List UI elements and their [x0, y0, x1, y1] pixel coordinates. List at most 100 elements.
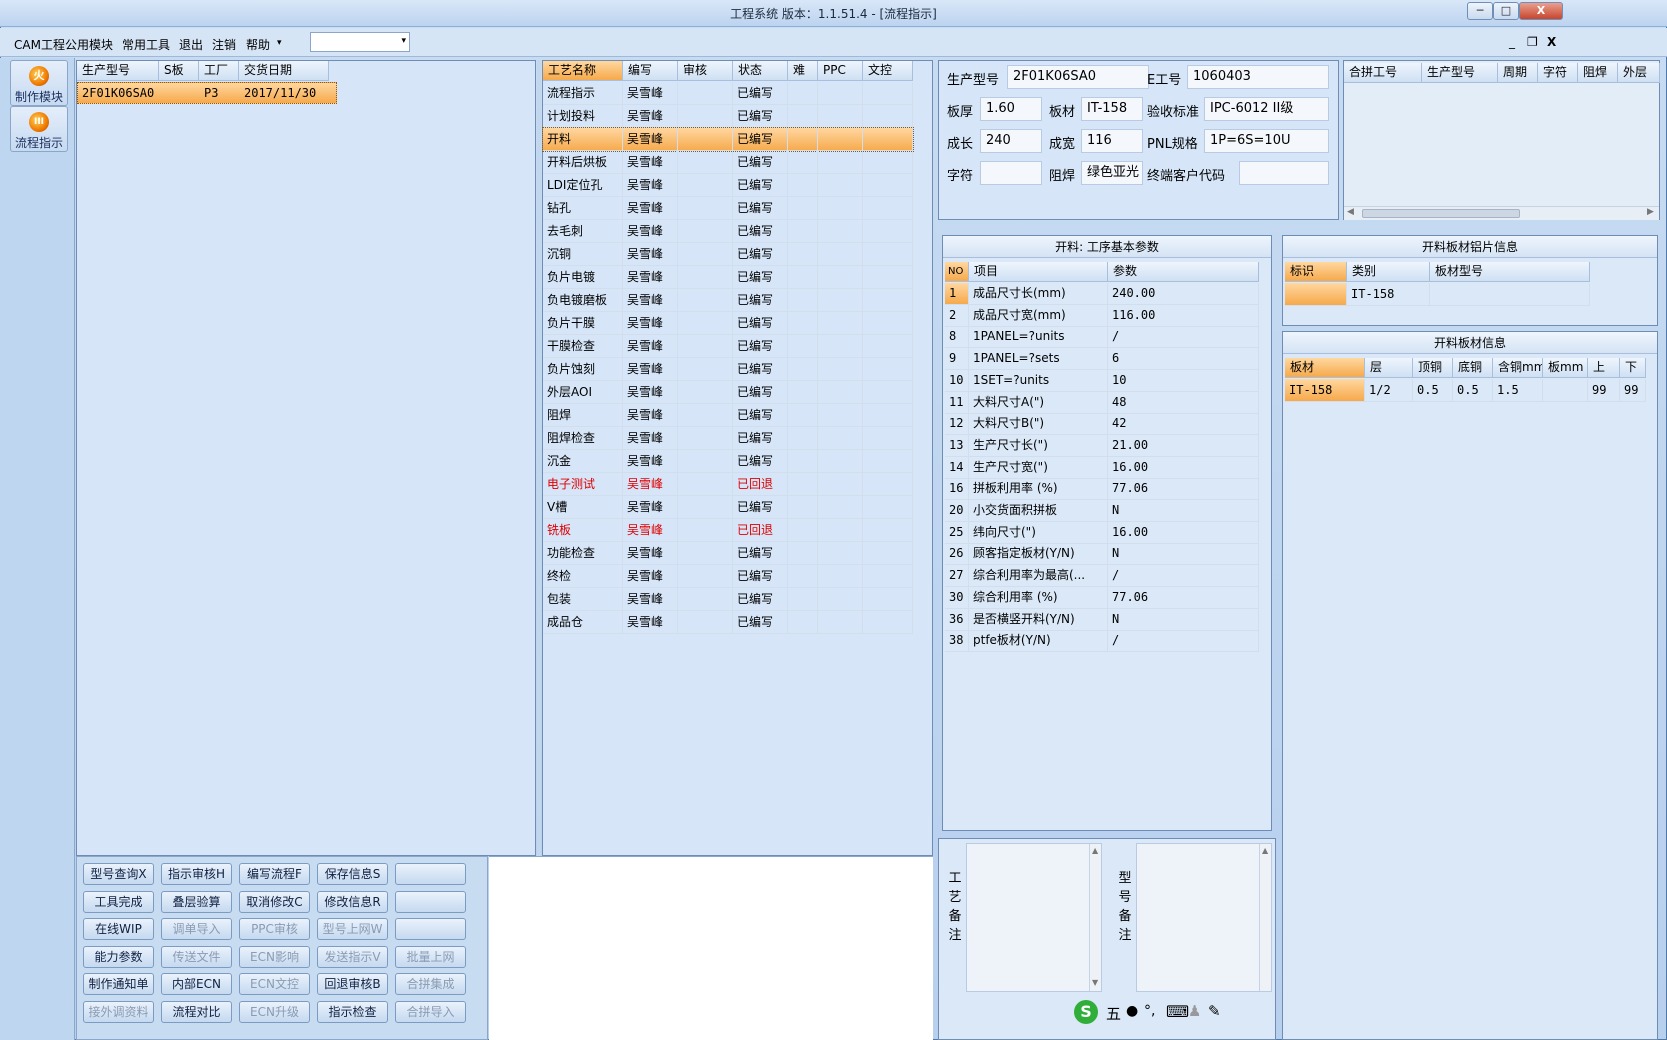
menu-common-modules[interactable]: 公用模块 [65, 36, 113, 53]
scroll-right-icon[interactable]: ▶ [1647, 207, 1654, 217]
process-row[interactable]: 阻焊 吴雪峰 已编写 [543, 404, 913, 427]
merge-col-period[interactable]: 周期 [1498, 63, 1538, 83]
process-row[interactable]: V槽 吴雪峰 已编写 [543, 496, 913, 519]
action-button[interactable]: 型号查询X [83, 863, 154, 885]
board-cell-material[interactable]: IT-158 [1285, 379, 1365, 402]
param-value[interactable]: 6 [1108, 348, 1259, 371]
board-cell-lower[interactable]: 99 [1620, 379, 1646, 402]
action-button[interactable]: 内部ECN [161, 973, 232, 995]
pnl-field[interactable]: 1P=6S=10U [1204, 129, 1329, 153]
standard-field[interactable]: IPC-6012 II级 [1204, 97, 1329, 121]
action-button[interactable]: 制作通知单 [83, 973, 154, 995]
menu-logout[interactable]: 注销 [212, 36, 236, 53]
menu-combo-box[interactable]: ▾ [310, 32, 410, 52]
model-remark-textarea[interactable]: ▲ [1136, 843, 1272, 992]
merge-hscrollbar[interactable]: ◀ ▶ [1344, 206, 1659, 220]
action-button[interactable]: 取消修改C [239, 890, 310, 913]
keyboard-icon[interactable]: ⌨ [1166, 1002, 1189, 1021]
merge-col-job[interactable]: 合拼工号 [1344, 63, 1422, 83]
action-button[interactable]: ECN影响 [239, 945, 310, 968]
process-row[interactable]: 负电镀磨板 吴雪峰 已编写 [543, 289, 913, 312]
process-remark-textarea[interactable]: ▲ ▼ [966, 843, 1102, 992]
params-col-no[interactable]: NO [945, 262, 969, 282]
process-row[interactable]: 干膜检查 吴雪峰 已编写 [543, 335, 913, 358]
board-col-top-copper[interactable]: 顶铜 [1413, 358, 1453, 378]
param-value[interactable]: N [1108, 543, 1259, 566]
param-value[interactable]: 10 [1108, 369, 1259, 392]
user-icon[interactable]: ♟ [1188, 1002, 1201, 1020]
process-row[interactable]: LDI定位孔 吴雪峰 已编写 [543, 174, 913, 197]
process-row[interactable]: 开料 吴雪峰 已编写 [542, 127, 914, 152]
action-button[interactable]: 能力参数 [83, 945, 154, 968]
scroll-up-icon[interactable]: ▲ [1262, 846, 1268, 855]
action-button[interactable]: 流程对比 [161, 1000, 232, 1023]
action-button[interactable]: 调单导入 [161, 918, 232, 940]
ime-punctuation-icon[interactable]: °, [1144, 1003, 1155, 1019]
param-value[interactable]: / [1108, 565, 1259, 588]
action-button[interactable]: 工具完成 [83, 890, 154, 913]
action-button[interactable]: PPC审核 [239, 918, 310, 940]
menu-common-tools[interactable]: 常用工具 [122, 36, 170, 53]
action-button[interactable]: 接外调资料 [83, 1000, 154, 1023]
merge-col-soldermask[interactable]: 阻焊 [1578, 63, 1618, 83]
mdi-close-button[interactable]: X [1547, 35, 1556, 49]
process-col-status[interactable]: 状态 [733, 61, 788, 81]
process-row[interactable]: 终检 吴雪峰 已编写 [543, 565, 913, 588]
action-button[interactable]: 保存信息S [317, 863, 388, 885]
process-row[interactable]: 流程指示 吴雪峰 已编写 [543, 82, 913, 105]
params-col-value[interactable]: 参数 [1108, 262, 1259, 282]
minimize-button[interactable]: ─ [1467, 2, 1493, 20]
board-col-lower[interactable]: 下 [1620, 358, 1646, 378]
model-remark-scrollbar[interactable]: ▲ [1259, 844, 1271, 991]
param-value[interactable]: 16.00 [1108, 456, 1259, 479]
action-button[interactable]: 批量上网 [395, 945, 466, 968]
param-value[interactable]: 16.00 [1108, 521, 1259, 544]
foil-cell-category[interactable]: IT-158 [1347, 283, 1430, 306]
order-col-sboard[interactable]: S板 [159, 61, 199, 81]
action-button[interactable]: ECN文控 [239, 973, 310, 995]
param-value[interactable]: / [1108, 630, 1259, 653]
thickness-field[interactable]: 1.60 [980, 97, 1042, 121]
param-value[interactable]: 116.00 [1108, 304, 1259, 327]
board-cell-layer[interactable]: 1/2 [1365, 379, 1413, 402]
merge-col-outer[interactable]: 外层 [1618, 63, 1660, 83]
board-cell-board-thickness[interactable] [1543, 379, 1588, 402]
scroll-left-icon[interactable]: ◀ [1347, 207, 1354, 217]
action-button[interactable]: 合拼集成 [395, 973, 466, 995]
board-cell-bottom-copper[interactable]: 0.5 [1453, 379, 1493, 402]
splitter[interactable] [537, 60, 541, 856]
param-value[interactable]: / [1108, 326, 1259, 349]
action-button[interactable]: 叠层验算 [161, 890, 232, 913]
process-row[interactable]: 负片干膜 吴雪峰 已编写 [543, 312, 913, 335]
soldermask-field[interactable]: 绿色亚光 [1081, 161, 1143, 185]
action-button[interactable]: 型号上网W [317, 918, 388, 940]
process-col-name[interactable]: 工艺名称 [543, 61, 623, 81]
params-col-item[interactable]: 项目 [969, 262, 1108, 282]
param-value[interactable]: N [1108, 500, 1259, 522]
process-row[interactable]: 包装 吴雪峰 已编写 [543, 588, 913, 611]
board-cell-top-copper[interactable]: 0.5 [1413, 379, 1453, 402]
customer-code-field[interactable] [1239, 161, 1329, 185]
board-col-layer[interactable]: 层 [1365, 358, 1413, 378]
scroll-down-icon[interactable]: ▼ [1092, 978, 1098, 987]
menu-help[interactable]: 帮助 [246, 36, 270, 53]
process-row[interactable]: 铣板 吴雪峰 已回退 [543, 519, 913, 542]
process-row[interactable]: 负片蚀刻 吴雪峰 已编写 [543, 358, 913, 381]
foil-col-category[interactable]: 类别 [1347, 262, 1430, 282]
action-button[interactable]: 合拼导入 [395, 1000, 466, 1023]
order-col-due-date[interactable]: 交货日期 [239, 61, 329, 81]
scroll-up-icon[interactable]: ▲ [1092, 846, 1098, 855]
model-field[interactable]: 2F01K06SA0 [1007, 65, 1149, 89]
process-row[interactable]: 沉铜 吴雪峰 已编写 [543, 243, 913, 266]
ime-halfwidth-icon[interactable]: ● [1126, 1003, 1138, 1019]
process-col-writer[interactable]: 编写 [623, 61, 678, 81]
eno-field[interactable]: 1060403 [1187, 65, 1329, 89]
board-cell-upper[interactable]: 99 [1588, 379, 1620, 402]
maximize-button[interactable]: □ [1493, 2, 1519, 20]
foil-col-model[interactable]: 板材型号 [1430, 262, 1590, 282]
process-row[interactable]: 钻孔 吴雪峰 已编写 [543, 197, 913, 220]
action-button[interactable] [395, 890, 466, 913]
process-row[interactable]: 负片电镀 吴雪峰 已编写 [543, 266, 913, 289]
process-remark-scrollbar[interactable]: ▲ ▼ [1089, 844, 1101, 991]
foil-cell-model[interactable] [1430, 283, 1590, 306]
